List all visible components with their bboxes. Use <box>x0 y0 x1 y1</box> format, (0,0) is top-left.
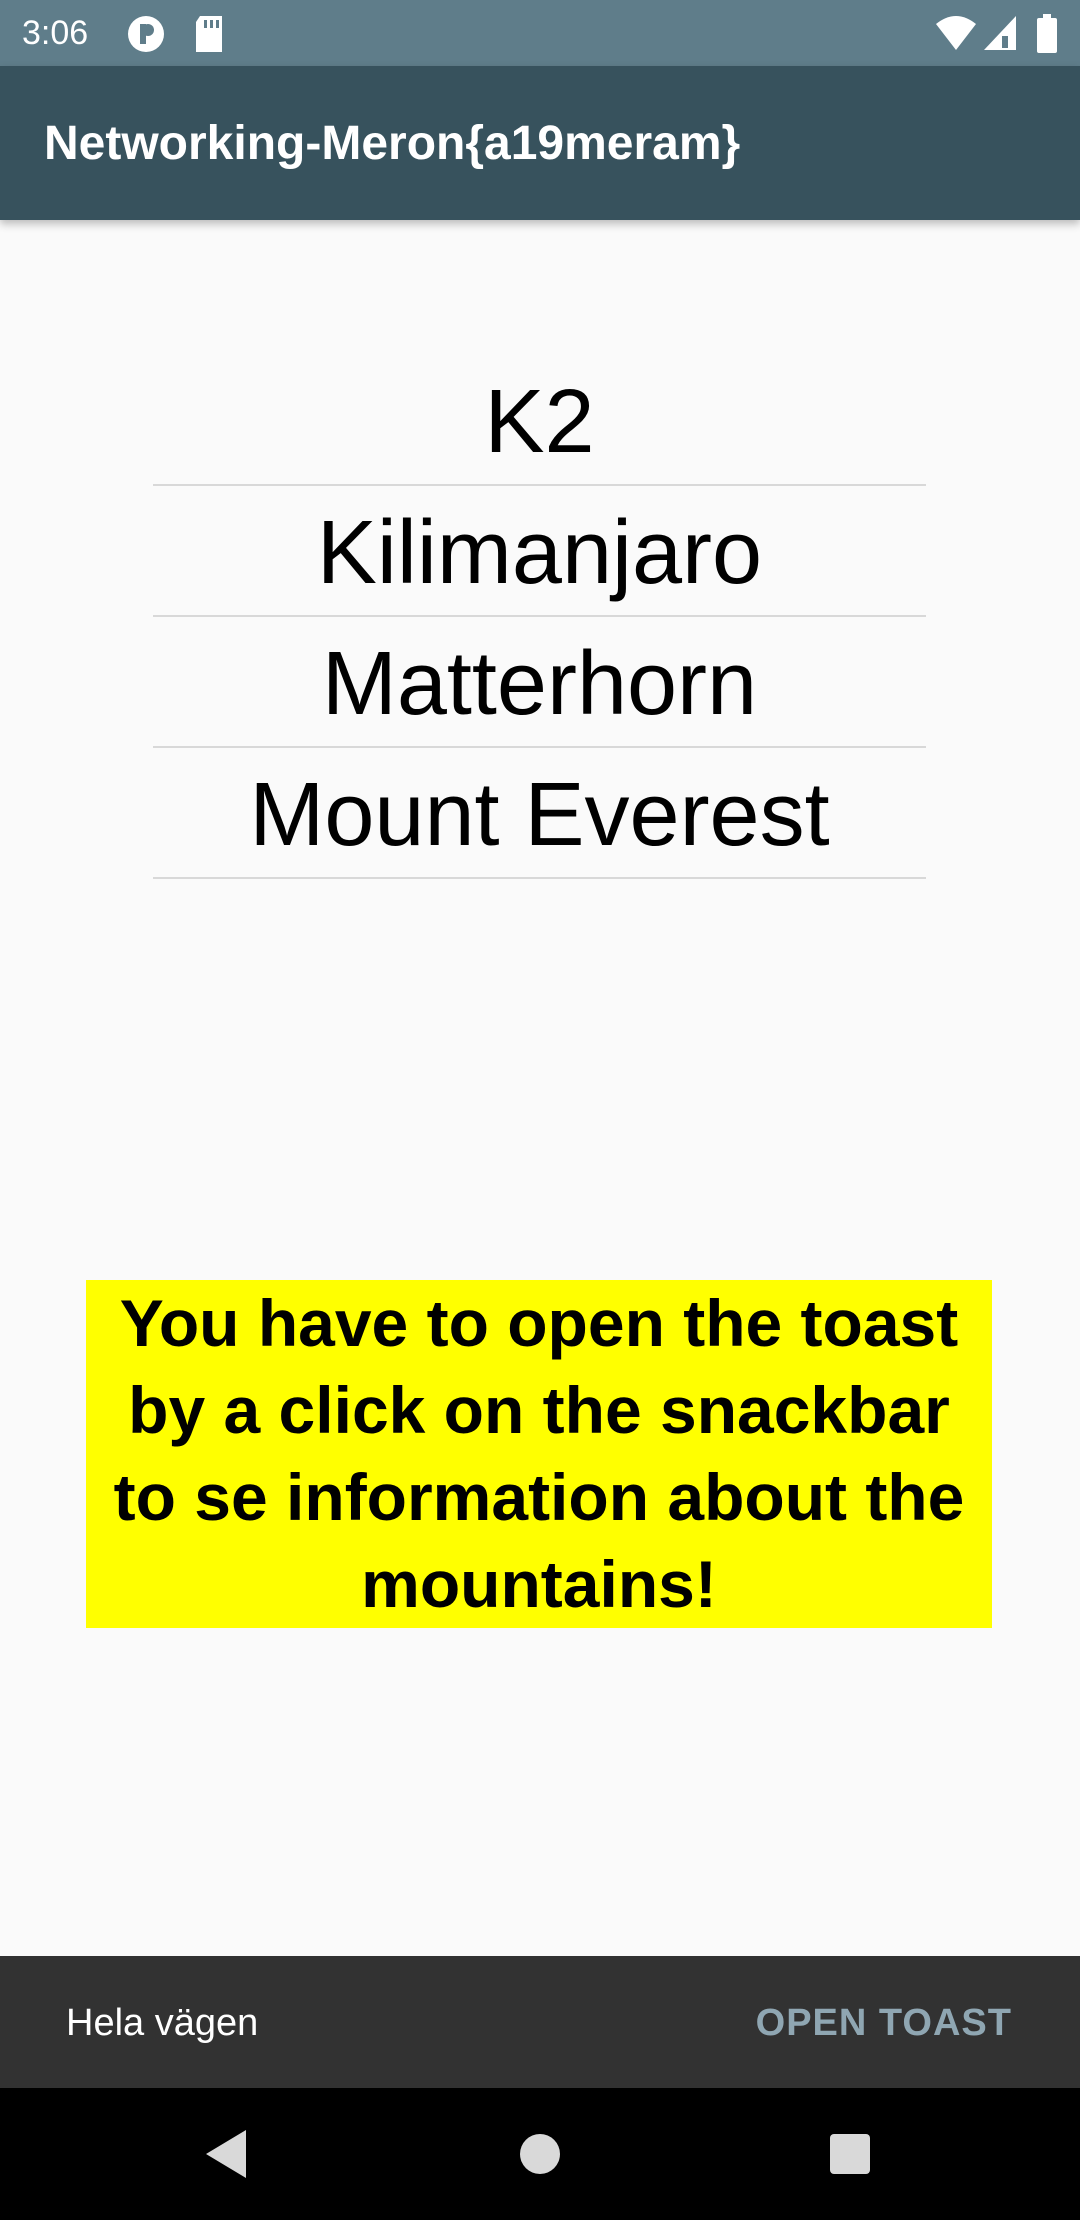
wifi-icon <box>936 16 976 50</box>
list-item[interactable]: K2 <box>153 355 926 486</box>
home-icon[interactable] <box>516 2126 564 2182</box>
list-item[interactable]: Mount Everest <box>153 748 926 879</box>
back-icon[interactable] <box>200 2126 250 2182</box>
snackbar: Hela vägen OPEN TOAST <box>0 1956 1080 2088</box>
mountain-name: Matterhorn <box>321 633 758 734</box>
app-bar: Networking-Meron{a19meram} <box>0 66 1080 220</box>
mountain-list: K2 Kilimanjaro Matterhorn Mount Everest <box>153 355 926 879</box>
list-item[interactable]: Matterhorn <box>153 617 926 748</box>
snackbar-message: Hela vägen <box>66 2002 259 2044</box>
battery-icon <box>1037 14 1057 53</box>
info-notice: You have to open the toast by a click on… <box>86 1280 992 1628</box>
mountain-name: Mount Everest <box>249 764 830 865</box>
mountain-name: Kilimanjaro <box>316 502 763 603</box>
page-title: Networking-Meron{a19meram} <box>44 117 741 170</box>
status-time: 3:06 <box>22 14 89 52</box>
signal-icon <box>984 16 1016 50</box>
sd-card-icon <box>196 16 222 52</box>
mountain-name: K2 <box>484 371 595 472</box>
notice-text: You have to open the toast by a click on… <box>113 1286 965 1621</box>
recents-icon[interactable] <box>828 2126 872 2182</box>
list-item[interactable]: Kilimanjaro <box>153 486 926 617</box>
navigation-bar <box>0 2088 1080 2220</box>
status-bar: 3:06 <box>0 0 1080 66</box>
app-notification-icon <box>128 16 164 52</box>
open-toast-button[interactable]: OPEN TOAST <box>756 2000 1012 2046</box>
